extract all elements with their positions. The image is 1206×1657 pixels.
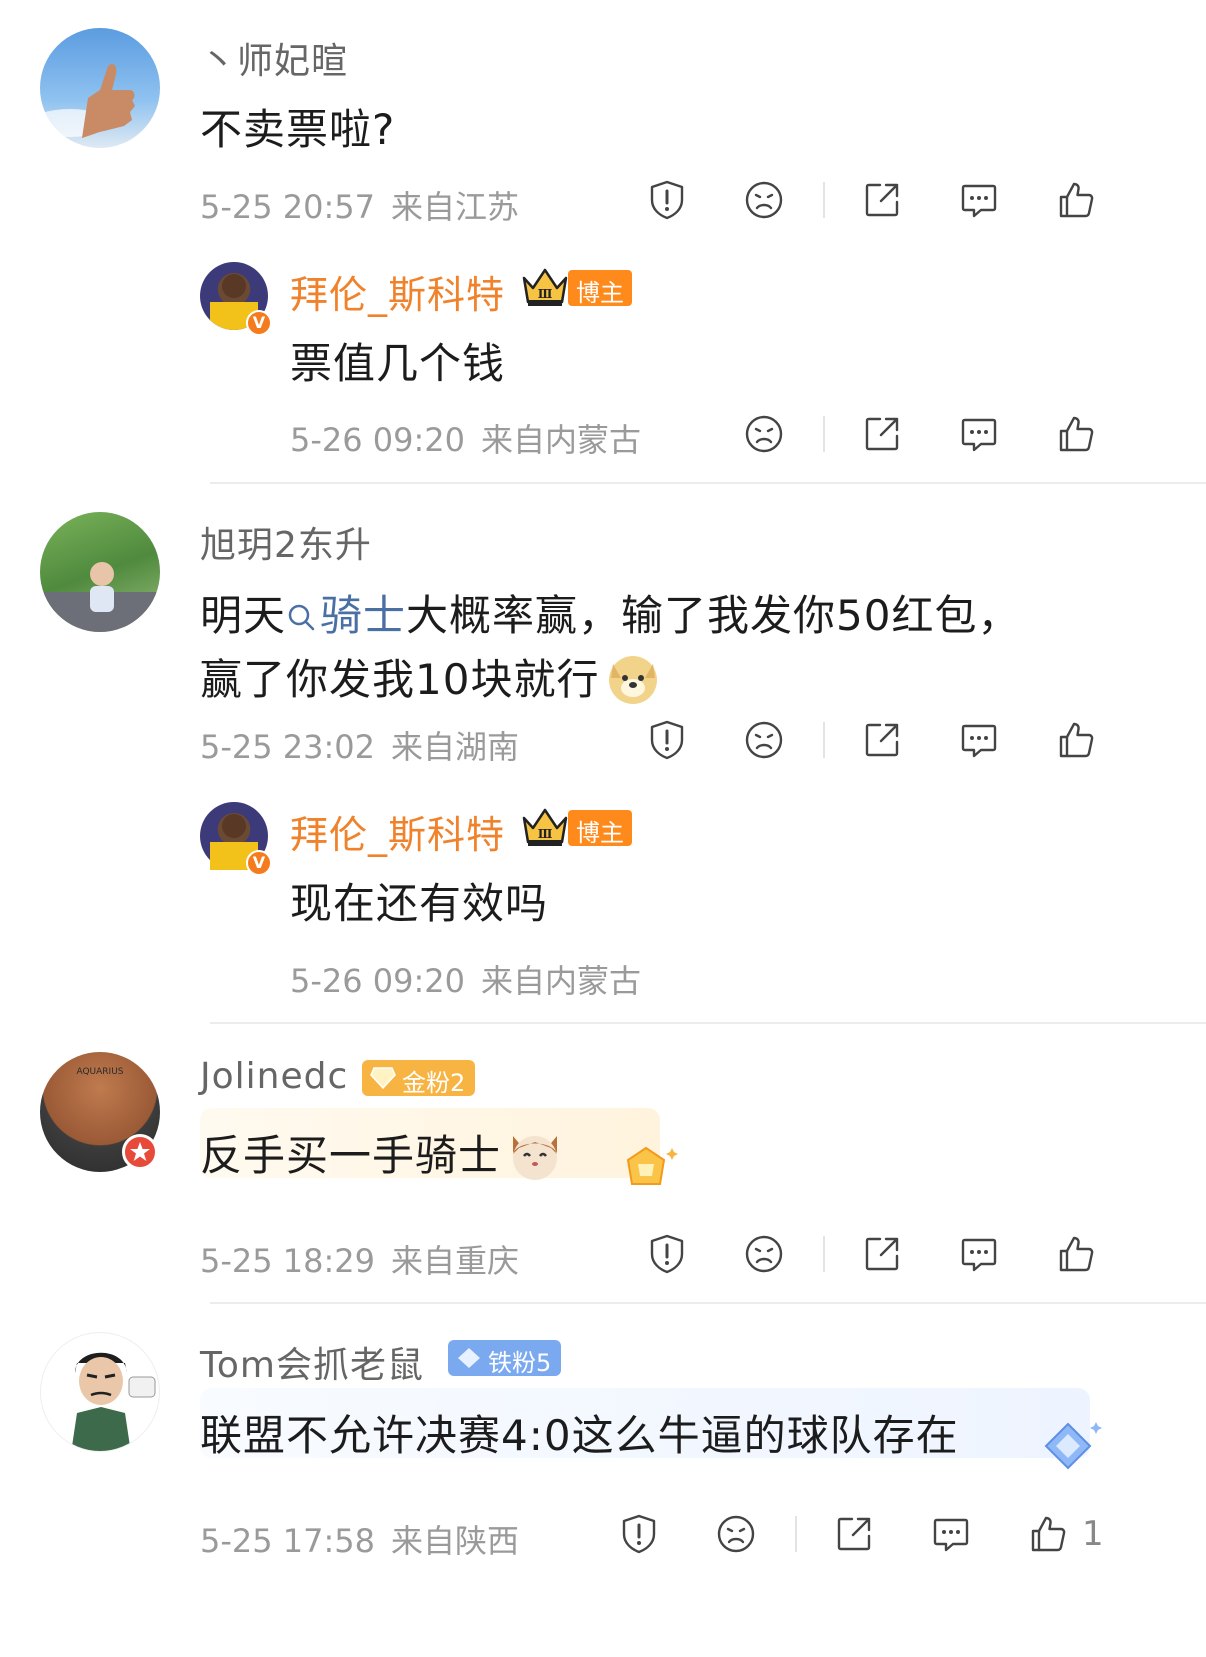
reply-text: 现在还有效吗 bbox=[290, 879, 549, 928]
comment-time: 5-25 17:58 bbox=[200, 1522, 376, 1560]
comment-location: 来自江苏 bbox=[391, 188, 520, 226]
like-icon[interactable] bbox=[1054, 718, 1098, 762]
comment-time: 5-25 20:57 bbox=[200, 188, 376, 226]
comment-text: 不卖票啦? bbox=[200, 105, 396, 154]
cartoon-man-avatar-icon bbox=[71, 1352, 156, 1451]
crown-icon bbox=[520, 264, 570, 310]
dislike-face-icon[interactable] bbox=[742, 412, 786, 456]
avatar[interactable] bbox=[40, 28, 160, 148]
comment-meta: 5-25 17:58 来自陕西 bbox=[200, 1516, 535, 1562]
doge-emoji-icon bbox=[609, 656, 658, 704]
comment-icon[interactable] bbox=[957, 718, 1001, 762]
blogger-badge: 博主 bbox=[568, 270, 632, 307]
like-icon[interactable] bbox=[1054, 178, 1098, 222]
comment-text: 反手买一手骑士 bbox=[200, 1122, 563, 1183]
reply-meta: 5-26 09:20 来自内蒙古 bbox=[290, 956, 657, 1002]
comment-meta: 5-25 23:02 来自湖南 bbox=[200, 722, 535, 768]
gold-gem-decoration-icon bbox=[608, 1140, 684, 1200]
verified-icon: V bbox=[246, 850, 272, 876]
comment-username[interactable]: Tom会抓老鼠 bbox=[200, 1336, 424, 1388]
comment-meta: 5-25 18:29 来自重庆 bbox=[200, 1236, 535, 1282]
crown-icon bbox=[520, 804, 570, 850]
report-icon[interactable] bbox=[617, 1512, 661, 1556]
gold-fan-badge: 金粉2 bbox=[362, 1060, 476, 1097]
cat-emoji-icon bbox=[513, 1136, 558, 1180]
report-icon[interactable] bbox=[645, 1232, 689, 1276]
comment-time: 5-25 23:02 bbox=[200, 728, 376, 766]
comment-username[interactable]: 旭玥2东升 bbox=[200, 516, 372, 568]
comment-icon[interactable] bbox=[957, 178, 1001, 222]
dislike-face-icon[interactable] bbox=[742, 718, 786, 762]
comment-time: 5-25 18:29 bbox=[200, 1242, 376, 1280]
dislike-face-icon[interactable] bbox=[742, 1232, 786, 1276]
fan-badge-label: 金粉2 bbox=[402, 1069, 466, 1097]
divider bbox=[823, 722, 825, 758]
iron-fan-badge: 铁粉5 bbox=[448, 1340, 562, 1377]
share-icon[interactable] bbox=[860, 412, 904, 456]
share-icon[interactable] bbox=[860, 1232, 904, 1276]
comment-text-part: 赢了你发我10块就行 bbox=[200, 655, 600, 704]
comment-meta: 5-25 20:57 来自江苏 bbox=[200, 182, 535, 228]
reply-username[interactable]: 拜伦_斯科特 bbox=[290, 804, 505, 859]
comment-username[interactable]: 丶师妃暄 bbox=[200, 32, 348, 84]
divider bbox=[795, 1516, 797, 1552]
reply-time: 5-26 09:20 bbox=[290, 421, 466, 459]
gem-icon bbox=[370, 1066, 396, 1090]
red-star-badge-icon bbox=[122, 1134, 158, 1170]
diamond-icon bbox=[458, 1348, 480, 1368]
share-icon[interactable] bbox=[860, 718, 904, 762]
verified-icon: V bbox=[246, 310, 272, 336]
section-divider bbox=[210, 1302, 1206, 1304]
comment-text: 联盟不允许决赛4:0这么牛逼的球队存在 bbox=[200, 1411, 959, 1460]
dislike-face-icon[interactable] bbox=[742, 178, 786, 222]
topic-label: 骑士 bbox=[320, 591, 407, 640]
comment-location: 来自重庆 bbox=[391, 1242, 520, 1280]
comment-icon[interactable] bbox=[957, 1232, 1001, 1276]
comment-location: 来自陕西 bbox=[391, 1522, 520, 1560]
avatar[interactable] bbox=[40, 512, 160, 632]
section-divider bbox=[210, 1022, 1206, 1024]
report-icon[interactable] bbox=[645, 718, 689, 762]
blue-diamond-decoration-icon bbox=[1030, 1418, 1106, 1478]
like-icon[interactable] bbox=[1054, 1232, 1098, 1276]
fan-badge-label: 铁粉5 bbox=[488, 1349, 552, 1377]
topic-link[interactable]: 骑士 bbox=[286, 591, 406, 640]
comment-text-part: 明天 bbox=[200, 591, 287, 640]
avatar[interactable] bbox=[40, 1332, 160, 1452]
dislike-face-icon[interactable] bbox=[714, 1512, 758, 1556]
reply-meta: 5-26 09:20 来自内蒙古 bbox=[290, 415, 657, 461]
reply-username[interactable]: 拜伦_斯科特 bbox=[290, 264, 505, 319]
section-divider bbox=[210, 482, 1206, 484]
reply-location: 来自内蒙古 bbox=[481, 962, 642, 1000]
like-icon[interactable] bbox=[1026, 1512, 1070, 1556]
comment-username[interactable]: Jolinedc bbox=[200, 1056, 348, 1097]
reply-time: 5-26 09:20 bbox=[290, 962, 466, 1000]
share-icon[interactable] bbox=[860, 178, 904, 222]
comment-location: 来自湖南 bbox=[391, 728, 520, 766]
thumbs-up-photo-icon bbox=[40, 64, 135, 138]
divider bbox=[823, 1236, 825, 1272]
reply-text: 票值几个钱 bbox=[290, 339, 506, 388]
divider bbox=[823, 416, 825, 452]
comment-text-part: 反手买一手骑士 bbox=[200, 1131, 502, 1180]
comment-icon[interactable] bbox=[929, 1512, 973, 1556]
share-icon[interactable] bbox=[832, 1512, 876, 1556]
svg-text:AQUARIUS: AQUARIUS bbox=[76, 1067, 123, 1077]
child-photo-icon bbox=[40, 562, 160, 632]
search-icon bbox=[286, 602, 316, 632]
blogger-badge: 博主 bbox=[568, 810, 632, 847]
comment-text-part: 大概率赢，输了我发你50红包， bbox=[406, 591, 1021, 640]
report-icon[interactable] bbox=[645, 178, 689, 222]
divider bbox=[823, 182, 825, 218]
comment-text: 明天 骑士大概率赢，输了我发你50红包， bbox=[200, 582, 1020, 643]
comment-icon[interactable] bbox=[957, 412, 1001, 456]
like-count: 1 bbox=[1082, 1514, 1104, 1554]
comment-text-line2: 赢了你发我10块就行 bbox=[200, 646, 661, 707]
reply-location: 来自内蒙古 bbox=[481, 421, 642, 459]
like-icon[interactable] bbox=[1054, 412, 1098, 456]
